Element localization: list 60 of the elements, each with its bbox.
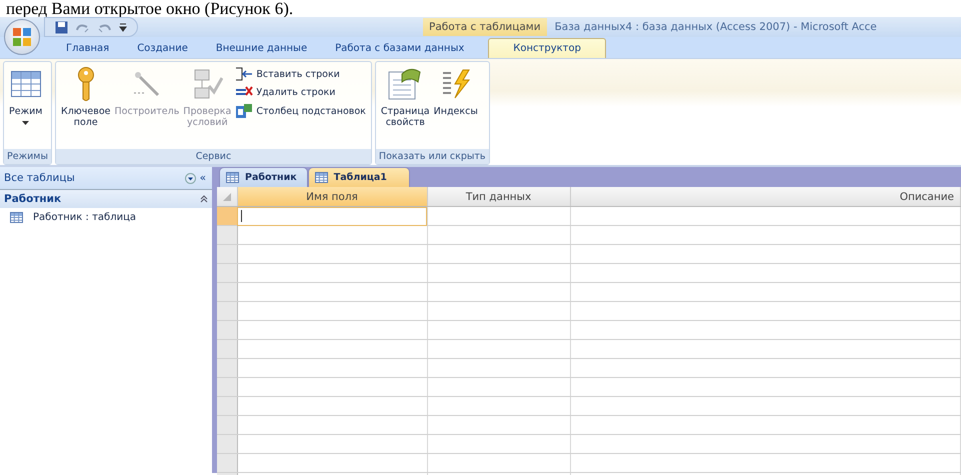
row-selector[interactable] [217,454,237,472]
row-selector[interactable] [217,302,237,320]
row-selector[interactable] [217,340,237,358]
nav-item[interactable]: Работник : таблица [0,208,212,227]
lightning-icon [440,69,471,99]
nav-group-header[interactable]: Работник [0,190,212,208]
ribbon-group-label: Сервис [56,149,371,164]
row-selector[interactable] [217,244,237,264]
row-selector[interactable] [217,416,237,434]
window-title: База данных4 : база данных (Access 2007) - Microsoft Acce [554,21,877,33]
ribbon-button[interactable]: Режим [7,64,44,149]
document-tab[interactable]: Работник [219,167,308,187]
lookup-column-icon [235,103,254,119]
ribbon-button[interactable]: Удалить строки [233,84,368,100]
ribbon-button[interactable]: Столбец подстановок [233,102,368,120]
column-header[interactable]: Имя поля [237,187,427,206]
row-selector[interactable] [217,358,237,378]
column-header[interactable]: Тип данных [427,187,570,206]
customize-toolbar-icon [119,22,127,32]
ribbon-button[interactable]: Индексы [432,64,480,149]
ribbon-group-label: Показать или скрыть [376,149,489,164]
ribbon-tab[interactable]: Работа с базами данных [321,39,478,58]
row-selector[interactable] [217,226,237,244]
field-name-input[interactable] [237,206,427,226]
insert-rows-icon [235,67,254,81]
table-icon [10,212,23,223]
collapse-pane-button[interactable]: « [198,172,208,184]
ribbon-button[interactable]: Страница свойств [378,64,432,149]
collapse-chevron-icon [200,195,208,203]
ribbon-button[interactable]: Вставить строки [233,66,368,82]
office-logo-icon [12,27,32,47]
ribbon-tab[interactable]: Конструктор [488,38,606,58]
table-icon [10,71,41,97]
save-icon [55,20,68,34]
row-selector[interactable] [217,282,237,302]
wand-icon [132,69,162,99]
ribbon-tab[interactable]: Главная [52,39,124,58]
document-text: перед Вами открытое окно (Рисунок 6). [5,0,294,17]
row-selector[interactable] [217,378,237,396]
table-icon [226,172,239,183]
row-selector[interactable] [217,264,237,282]
row-selector[interactable] [217,206,237,226]
key-icon [76,67,96,101]
select-all-corner[interactable] [217,187,237,206]
ribbon-tab[interactable]: Создание [123,39,202,58]
ribbon-button[interactable]: Ключевое поле [58,64,113,149]
column-header[interactable]: Описание [570,187,960,206]
ribbon-tab[interactable]: Внешние данные [202,39,322,58]
contextual-tab-label: Работа с таблицами [423,18,547,36]
property-sheet-icon [388,68,422,100]
table-icon [314,172,328,183]
office-button[interactable] [4,19,40,55]
row-selector[interactable] [217,434,237,454]
corner-triangle-icon [223,192,231,200]
document-tab[interactable]: Таблица1 [308,167,410,187]
nav-menu-button[interactable] [182,172,198,184]
nav-pane-title: Все таблицы [4,172,76,184]
row-selector[interactable] [217,320,237,340]
ribbon-group-label: Режимы [4,149,51,164]
row-selector[interactable] [217,396,237,416]
